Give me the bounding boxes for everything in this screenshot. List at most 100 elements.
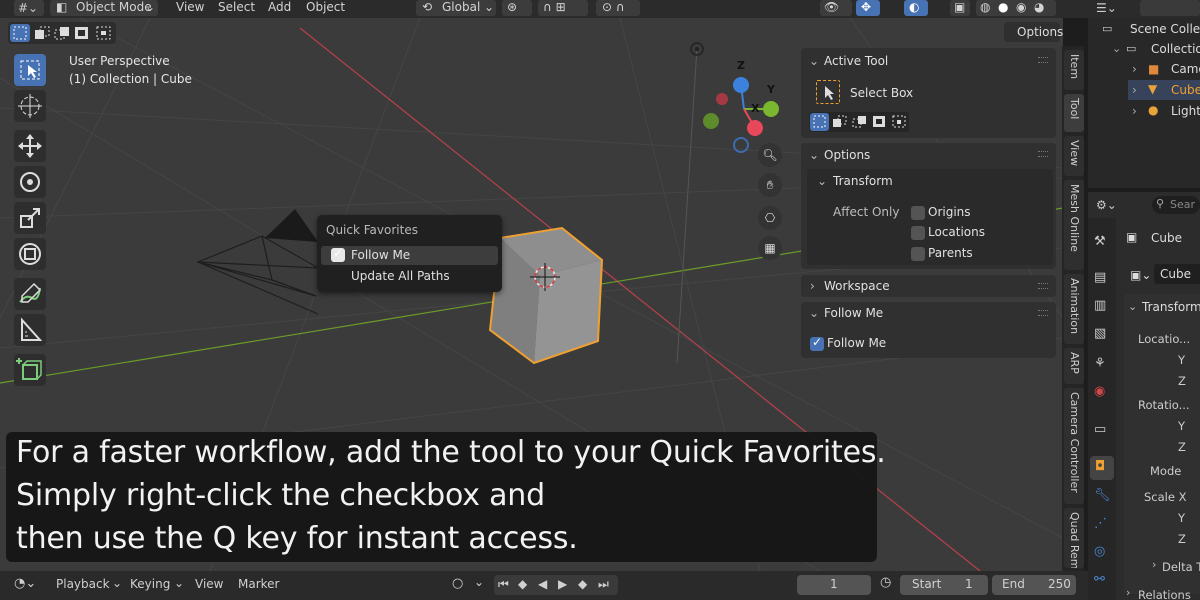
particles-tab-icon[interactable]: ⋰ (1094, 516, 1107, 531)
solid-shading-icon[interactable]: ● (998, 0, 1008, 16)
playback-dropdown[interactable]: Playback ⌄ (50, 574, 124, 594)
locations-checkbox[interactable] (911, 226, 925, 240)
outliner-item-light[interactable]: Light (1171, 104, 1200, 118)
select-intersect-button[interactable] (890, 113, 909, 131)
select-new-button[interactable] (810, 113, 829, 131)
workspace-section[interactable]: › Workspace (801, 275, 1056, 297)
select-box-tool-icon[interactable] (816, 80, 840, 104)
quick-favorites-item-follow-me[interactable]: Follow Me (321, 246, 498, 265)
outliner-editor-icon[interactable]: ☰⌄ (1096, 1, 1117, 15)
camera-object[interactable] (196, 209, 319, 315)
select-box-tool[interactable] (14, 54, 46, 86)
panel-drag-handle[interactable] (1038, 151, 1048, 157)
auto-keying-icon[interactable]: ○ (452, 576, 463, 591)
panel-drag-handle[interactable] (1038, 310, 1048, 316)
chevron-right-icon[interactable]: › (1132, 62, 1137, 76)
gizmo-toggle[interactable]: ✥ (856, 0, 880, 16)
transform-panel-header[interactable]: Transform (1142, 300, 1200, 314)
xray-toggle[interactable]: ▣ (950, 0, 970, 16)
overlays-toggle[interactable]: ◐ (904, 0, 928, 16)
editor-type-button[interactable]: #⌄ (14, 0, 44, 16)
frame-end-field[interactable]: End 250 (992, 575, 1076, 595)
zoom-button[interactable]: 🔍︎ (758, 143, 782, 167)
outliner-filter-icon[interactable] (1140, 0, 1200, 16)
collection-label[interactable]: Collection (1151, 42, 1200, 56)
options-header[interactable]: Options (824, 148, 870, 162)
chevron-right-icon[interactable]: › (1132, 104, 1137, 118)
scale-tool[interactable] (14, 202, 46, 234)
tab-animation[interactable]: Animation (1064, 274, 1084, 344)
annotate-tool[interactable] (14, 278, 46, 310)
frame-start-field[interactable]: Start 1 (900, 575, 988, 595)
tab-camera-controller[interactable]: Camera Controller (1064, 388, 1084, 504)
menu-add[interactable]: Add (268, 0, 291, 16)
projection-toggle-button[interactable]: ▦ (758, 236, 782, 260)
relations-label[interactable]: Relations (1138, 588, 1191, 600)
modifier-tab-icon[interactable]: 🔧︎ (1094, 488, 1111, 503)
measure-tool[interactable] (14, 314, 46, 346)
select-invert-button[interactable] (72, 24, 92, 42)
select-extend-button[interactable] (32, 24, 52, 42)
jump-end-icon[interactable]: ⏭ (598, 577, 609, 592)
timeline-marker-menu[interactable]: Marker (238, 577, 279, 591)
transform-header[interactable]: Transform (833, 174, 893, 188)
workspace-header[interactable]: Workspace (824, 279, 890, 293)
render-tab-icon[interactable]: ▤ (1094, 270, 1106, 285)
object-tab[interactable]: ◘ (1090, 456, 1114, 480)
tab-mesh-online[interactable]: Mesh Online (1064, 180, 1084, 270)
properties-editor-icon[interactable]: ⚙⌄ (1096, 198, 1117, 212)
orientation-dropdown[interactable]: ⟲ Global ⌄ (416, 0, 496, 16)
play-reverse-icon[interactable]: ◀ (538, 577, 547, 591)
outliner-item-cube[interactable]: Cube (1171, 83, 1200, 97)
visibility-dropdown[interactable]: 👁 (820, 0, 852, 16)
collection-tab-icon[interactable]: ▭ (1094, 422, 1106, 437)
rotate-tool[interactable] (14, 166, 46, 198)
select-intersect-button[interactable] (94, 24, 114, 42)
outliner-item-camera[interactable]: Came (1171, 62, 1200, 76)
tab-quad-remesher[interactable]: Quad Rem (1064, 508, 1084, 568)
active-tool-header[interactable]: Active Tool (824, 54, 888, 68)
output-tab-icon[interactable]: ▥ (1094, 298, 1106, 313)
tab-view[interactable]: View (1064, 136, 1084, 176)
transform-tool[interactable] (14, 238, 46, 270)
wireframe-shading-icon[interactable]: ◍ (980, 0, 990, 16)
world-tab-icon[interactable]: ◉ (1094, 384, 1105, 399)
next-keyframe-icon[interactable]: ◆ (578, 577, 587, 591)
tab-arp[interactable]: ARP (1064, 348, 1084, 384)
object-name-field[interactable]: Cube (1154, 264, 1200, 284)
play-icon[interactable]: ▶ (558, 577, 567, 591)
origins-checkbox[interactable] (911, 206, 925, 220)
prev-keyframe-icon[interactable]: ◆ (518, 577, 527, 591)
preview-range-icon[interactable]: ◷ (880, 575, 891, 590)
timeline-editor-icon[interactable]: ◔⌄ (14, 576, 36, 591)
chevron-right-icon[interactable]: › (1132, 83, 1137, 97)
add-cube-tool[interactable] (14, 354, 46, 386)
timeline-view-menu[interactable]: View (195, 577, 223, 591)
select-new-button[interactable] (10, 24, 30, 42)
scene-collection-label[interactable]: Scene Collec (1130, 22, 1200, 36)
parents-checkbox[interactable] (911, 247, 925, 261)
chevron-down-icon[interactable]: ⌄ (1112, 42, 1121, 55)
select-invert-button[interactable] (870, 113, 889, 131)
menu-view[interactable]: View (176, 0, 204, 16)
physics-tab-icon[interactable]: ◎ (1094, 544, 1105, 559)
chevron-down-icon[interactable]: ⌄ (809, 148, 819, 162)
jump-start-icon[interactable]: ⏮ (498, 577, 509, 592)
view-layer-tab-icon[interactable]: ▧ (1094, 326, 1106, 341)
tool-tab-icon[interactable]: ⚒ (1094, 234, 1106, 249)
proportional-edit-toggle[interactable]: ⊙ ∩ (596, 0, 640, 16)
constraints-tab-icon[interactable]: ⚯ (1094, 572, 1105, 587)
pivot-dropdown[interactable]: ⊛ (502, 0, 532, 16)
move-tool[interactable] (14, 130, 46, 162)
cursor-tool[interactable] (14, 90, 46, 122)
material-shading-icon[interactable]: ◉ (1016, 0, 1026, 16)
options-dropdown[interactable]: Options (1004, 22, 1063, 42)
scene-tab-icon[interactable]: ⚘ (1094, 356, 1106, 371)
rendered-shading-icon[interactable]: ◕ (1034, 0, 1044, 16)
select-subtract-button[interactable] (850, 113, 869, 131)
pan-button[interactable]: ✋︎ (758, 173, 782, 197)
camera-view-button[interactable]: ⎔ (758, 206, 782, 230)
object-type-icon[interactable]: ▣⌄ (1130, 268, 1151, 282)
menu-object[interactable]: Object (306, 0, 345, 16)
tab-tool[interactable]: Tool (1064, 94, 1084, 132)
